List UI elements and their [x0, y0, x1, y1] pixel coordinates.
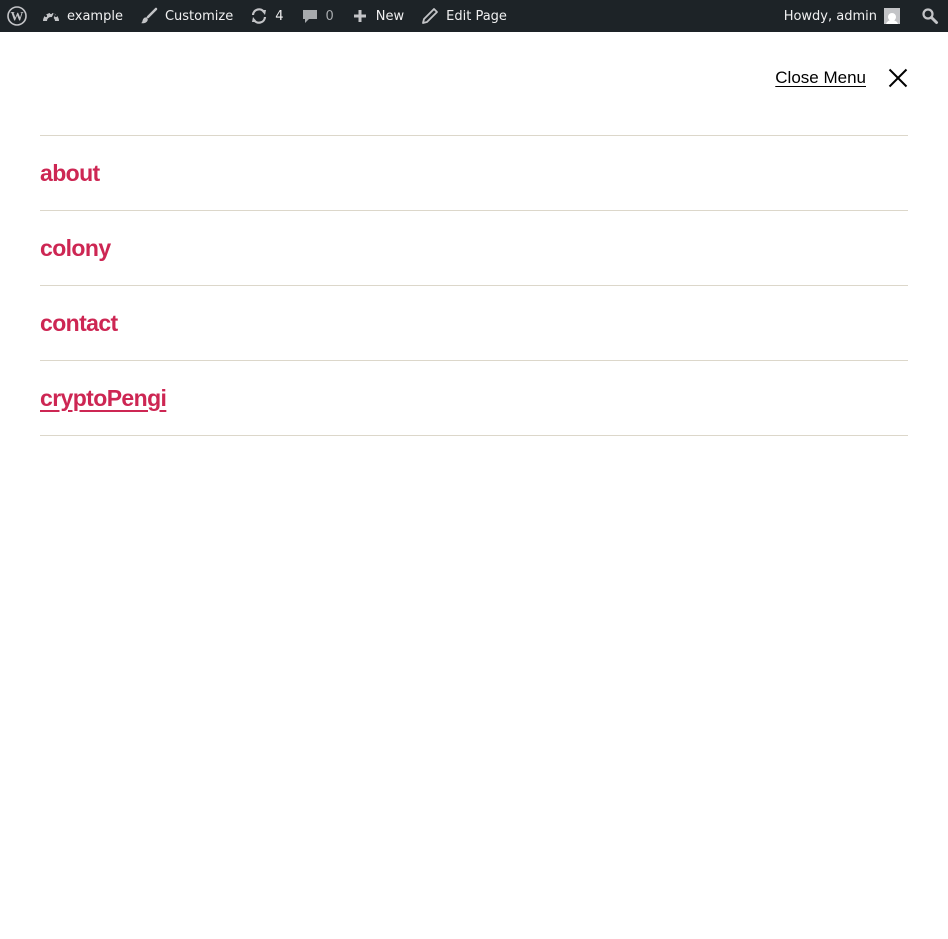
comments-button[interactable]: 0 — [292, 0, 342, 32]
search-icon — [920, 6, 940, 26]
close-menu-button[interactable]: Close Menu — [775, 68, 908, 88]
comment-icon — [300, 6, 320, 26]
site-name-button[interactable]: example — [33, 0, 131, 32]
dashboard-icon — [41, 6, 61, 26]
updates-button[interactable]: 4 — [241, 0, 291, 32]
my-account-button[interactable]: Howdy, admin — [776, 0, 908, 32]
menu-item: cryptoPengi — [40, 361, 908, 436]
avatar — [884, 8, 900, 24]
mobile-menu: about colony contact cryptoPengi — [40, 135, 908, 436]
comments-count: 0 — [325, 8, 334, 24]
admin-bar: W example Customize 4 0 New Edit Page Ho… — [0, 0, 948, 32]
updates-icon — [249, 6, 269, 26]
edit-page-button[interactable]: Edit Page — [412, 0, 515, 32]
menu-item: contact — [40, 286, 908, 361]
menu-link-contact[interactable]: contact — [40, 310, 118, 337]
wordpress-icon: W — [7, 6, 27, 26]
close-icon — [888, 68, 908, 88]
customize-button[interactable]: Customize — [131, 0, 241, 32]
menu-link-colony[interactable]: colony — [40, 235, 111, 262]
menu-link-about[interactable]: about — [40, 160, 100, 187]
svg-text:W: W — [11, 9, 24, 24]
new-label: New — [375, 8, 405, 24]
howdy-label: Howdy, admin — [783, 8, 877, 24]
menu-item: about — [40, 136, 908, 211]
updates-count: 4 — [275, 8, 284, 24]
wordpress-logo-button[interactable]: W — [0, 0, 33, 32]
new-content-button[interactable]: New — [342, 0, 412, 32]
search-button[interactable] — [908, 0, 948, 32]
menu-link-cryptopengi[interactable]: cryptoPengi — [40, 385, 167, 412]
plus-icon — [350, 6, 370, 26]
pencil-icon — [420, 6, 440, 26]
customize-label: Customize — [164, 8, 234, 24]
menu-item: colony — [40, 211, 908, 286]
site-name-label: example — [67, 8, 123, 24]
edit-page-label: Edit Page — [446, 8, 507, 24]
paintbrush-icon — [139, 6, 159, 26]
close-menu-label: Close Menu — [775, 68, 866, 87]
